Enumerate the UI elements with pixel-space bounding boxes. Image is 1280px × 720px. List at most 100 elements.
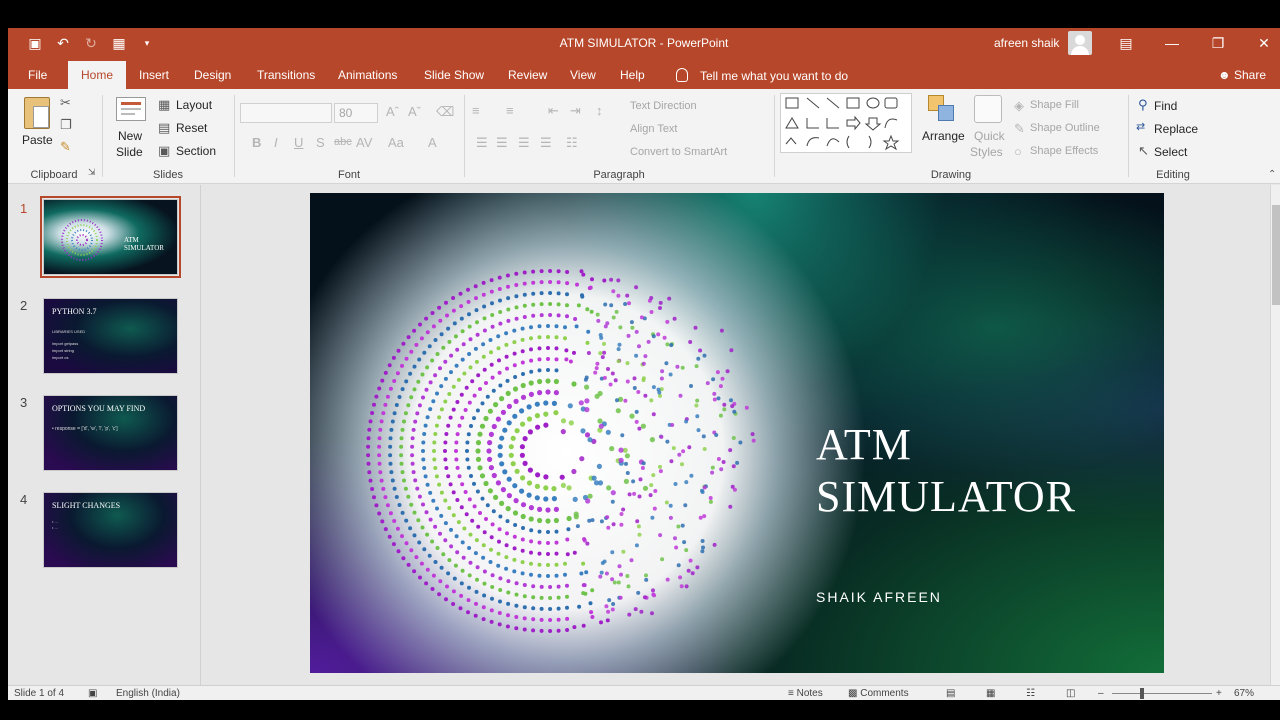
line-spacing-icon[interactable]: ↕ [596, 103, 603, 118]
collapse-ribbon-icon[interactable]: ⌃ [1268, 169, 1276, 180]
strikethrough-icon[interactable]: abc [334, 136, 352, 148]
italic-icon[interactable]: I [274, 135, 278, 150]
font-name-combo[interactable] [240, 103, 332, 123]
align-center-icon[interactable]: ☰ [496, 135, 508, 151]
vertical-scrollbar[interactable] [1270, 185, 1280, 685]
decrease-font-icon[interactable]: Aˇ [408, 104, 421, 119]
zoom-out-icon[interactable]: – [1098, 688, 1104, 699]
tab-design[interactable]: Design [194, 68, 231, 82]
shape-fill-icon[interactable]: ◈ [1014, 98, 1024, 114]
user-name[interactable]: afreen shaik [994, 36, 1059, 50]
slide-thumbnail-3[interactable]: OPTIONS YOU MAY FIND • response = ['d', … [43, 395, 178, 471]
new-slide-label-2[interactable]: Slide [116, 145, 143, 159]
scrollbar-thumb[interactable] [1272, 205, 1280, 305]
tab-insert[interactable]: Insert [139, 68, 169, 82]
shape-effects-button[interactable]: Shape Effects [1030, 145, 1098, 157]
comments-button[interactable]: ▩ Comments [848, 688, 909, 699]
shape-outline-button[interactable]: Shape Outline [1030, 122, 1100, 134]
tab-transitions[interactable]: Transitions [257, 68, 315, 82]
clear-formatting-icon[interactable]: ⌫ [436, 104, 454, 120]
underline-icon[interactable]: U [294, 135, 303, 150]
tab-review[interactable]: Review [508, 68, 547, 82]
decrease-indent-icon[interactable]: ⇤ [548, 103, 559, 119]
close-icon[interactable]: ✕ [1254, 33, 1274, 53]
copy-icon[interactable]: ❐ [60, 117, 72, 133]
current-slide[interactable]: ATM SIMULATOR SHAIK AFREEN [310, 193, 1164, 673]
slide-thumbnail-2[interactable]: PYTHON 3.7 LIBRARIES USED import getpass… [43, 298, 178, 374]
layout-button[interactable]: Layout [176, 98, 212, 112]
shapes-gallery[interactable] [780, 93, 912, 153]
paste-icon[interactable] [24, 97, 50, 129]
convert-to-smartart-button[interactable]: Convert to SmartArt [630, 146, 727, 158]
tab-slide-show[interactable]: Slide Show [424, 68, 484, 82]
zoom-level[interactable]: 67% [1234, 688, 1254, 699]
align-right-icon[interactable]: ☰ [518, 135, 530, 151]
ribbon-display-options-icon[interactable]: ▤ [1116, 33, 1136, 53]
dialog-launcher-icon[interactable]: ⇲ [88, 167, 96, 178]
select-icon[interactable]: ↖ [1138, 143, 1149, 159]
find-button[interactable]: Find [1154, 99, 1177, 113]
replace-icon[interactable]: ⇄ [1136, 120, 1145, 133]
spellcheck-icon[interactable]: ▣ [88, 688, 97, 699]
slide-thumbnail-4[interactable]: SLIGHT CHANGES • ... • ... [43, 492, 178, 568]
quick-styles-button-2[interactable]: Styles [970, 145, 1003, 159]
restore-icon[interactable]: ❐ [1208, 33, 1228, 53]
section-button[interactable]: Section [176, 144, 216, 158]
shape-outline-icon[interactable]: ✎ [1014, 121, 1025, 137]
zoom-slider-thumb[interactable] [1140, 688, 1144, 699]
tab-view[interactable]: View [570, 68, 596, 82]
numbering-icon[interactable]: ≡ [506, 103, 514, 118]
zoom-slider[interactable] [1112, 693, 1212, 694]
quick-styles-button[interactable]: Quick [974, 129, 1005, 143]
align-text-button[interactable]: Align Text [630, 123, 678, 135]
arrange-button[interactable]: Arrange [922, 129, 965, 143]
justify-icon[interactable]: ☰ [540, 135, 552, 151]
character-spacing-icon[interactable]: AV [356, 135, 372, 150]
arrange-icon[interactable] [928, 95, 956, 123]
quick-styles-icon[interactable] [974, 95, 1002, 123]
slide-subtitle[interactable]: SHAIK AFREEN [816, 589, 942, 605]
font-size-combo[interactable]: 80 [334, 103, 378, 123]
shadow-icon[interactable]: S [316, 135, 325, 150]
slide-show-icon[interactable]: ◫ [1066, 688, 1075, 699]
layout-icon[interactable]: ▦ [158, 97, 170, 113]
reset-icon[interactable]: ▤ [158, 120, 170, 136]
slide-thumbnail-1[interactable]: ATM SIMULATOR [40, 196, 181, 278]
align-left-icon[interactable]: ☰ [476, 135, 488, 151]
columns-icon[interactable]: ☷ [566, 135, 578, 151]
minimize-icon[interactable]: — [1162, 33, 1182, 53]
format-painter-icon[interactable]: ✎ [60, 139, 71, 155]
normal-view-icon[interactable]: ▤ [946, 688, 955, 699]
select-button[interactable]: Select [1154, 145, 1187, 159]
tab-file[interactable]: File [28, 68, 47, 82]
bold-icon[interactable]: B [252, 135, 261, 150]
language-indicator[interactable]: English (India) [116, 688, 180, 699]
share-button[interactable]: ☻ Share [1218, 68, 1266, 82]
reset-button[interactable]: Reset [176, 121, 207, 135]
increase-indent-icon[interactable]: ⇥ [570, 103, 581, 119]
reading-view-icon[interactable]: ☷ [1026, 688, 1035, 699]
find-icon[interactable]: ⚲ [1138, 97, 1148, 113]
increase-font-icon[interactable]: Aˆ [386, 104, 399, 119]
new-slide-icon[interactable] [116, 97, 146, 121]
notes-button[interactable]: ≡ Notes [788, 688, 823, 699]
change-case-icon[interactable]: Aa [388, 135, 404, 150]
shape-fill-button[interactable]: Shape Fill [1030, 99, 1079, 111]
cut-icon[interactable]: ✂ [60, 95, 71, 111]
text-direction-button[interactable]: Text Direction [630, 100, 697, 112]
new-slide-label[interactable]: New [118, 129, 142, 143]
tab-animations[interactable]: Animations [338, 68, 397, 82]
section-icon[interactable]: ▣ [158, 143, 170, 159]
tell-me-box[interactable]: Tell me what you want to do [676, 68, 848, 83]
bullets-icon[interactable]: ≡ [472, 103, 480, 118]
replace-button[interactable]: Replace [1154, 122, 1198, 136]
font-color-icon[interactable]: A [428, 135, 437, 150]
shape-effects-icon[interactable]: ○ [1014, 144, 1022, 159]
paste-button[interactable]: Paste [22, 133, 53, 147]
tab-home[interactable]: Home [68, 61, 127, 89]
avatar[interactable] [1068, 31, 1092, 55]
zoom-in-icon[interactable]: + [1216, 688, 1222, 699]
slide-sorter-icon[interactable]: ▦ [986, 688, 995, 699]
tab-help[interactable]: Help [620, 68, 645, 82]
slide-title[interactable]: ATM SIMULATOR [816, 419, 1076, 523]
